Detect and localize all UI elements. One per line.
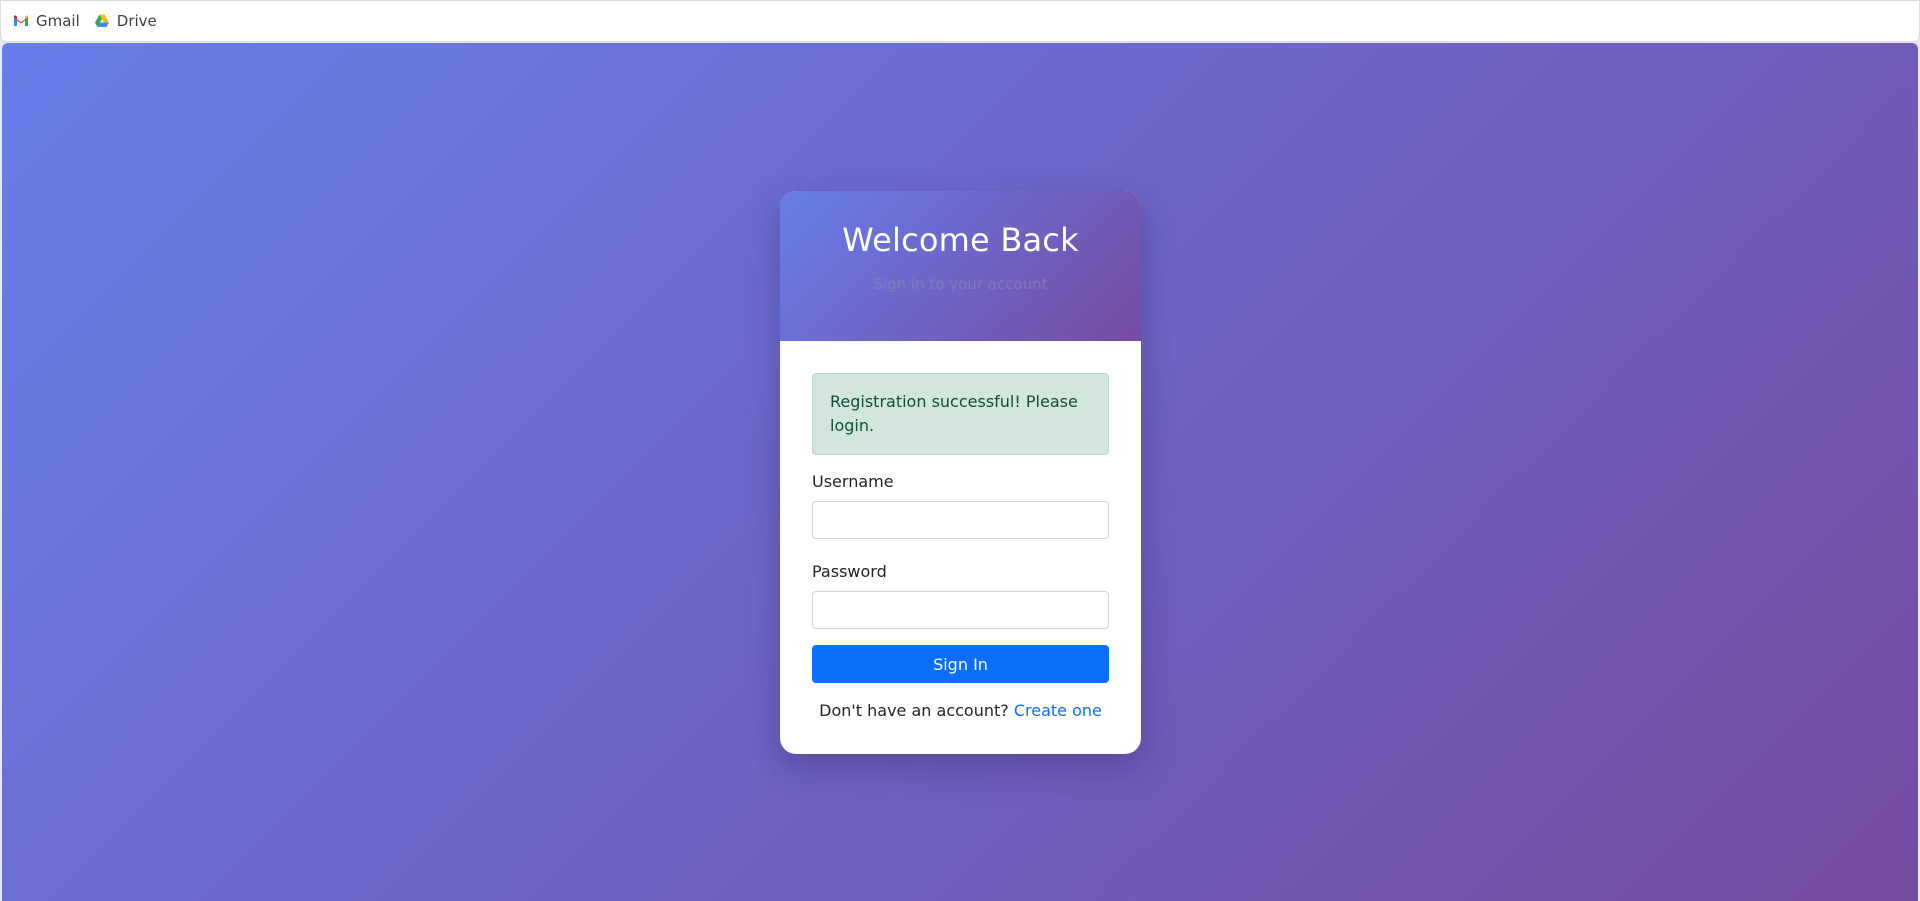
login-card: Welcome Back Sign in to your account Reg…	[780, 191, 1141, 754]
page-viewport: Welcome Back Sign in to your account Reg…	[2, 43, 1918, 901]
signup-prompt-text: Don't have an account?	[819, 701, 1009, 720]
bookmark-label: Drive	[116, 12, 157, 30]
sign-in-button[interactable]: Sign In	[812, 645, 1109, 683]
success-alert: Registration successful! Please login.	[812, 373, 1109, 455]
create-account-link[interactable]: Create one	[1014, 701, 1102, 720]
username-label: Username	[812, 472, 894, 491]
gmail-icon	[13, 13, 29, 29]
password-input[interactable]	[812, 591, 1109, 629]
password-label: Password	[812, 562, 887, 581]
username-input[interactable]	[812, 501, 1109, 539]
bookmark-drive[interactable]: Drive	[94, 12, 157, 30]
bookmark-gmail[interactable]: Gmail	[13, 12, 80, 30]
page-title: Welcome Back	[842, 221, 1079, 259]
card-header: Welcome Back Sign in to your account	[780, 191, 1141, 341]
page-subtitle: Sign in to your account	[873, 275, 1048, 293]
signup-prompt: Don't have an account? Create one	[812, 701, 1109, 720]
google-drive-icon	[94, 13, 110, 29]
card-body: Registration successful! Please login. U…	[780, 341, 1141, 720]
bookmark-label: Gmail	[36, 12, 80, 30]
bookmarks-bar: Gmail Drive	[0, 0, 1920, 42]
